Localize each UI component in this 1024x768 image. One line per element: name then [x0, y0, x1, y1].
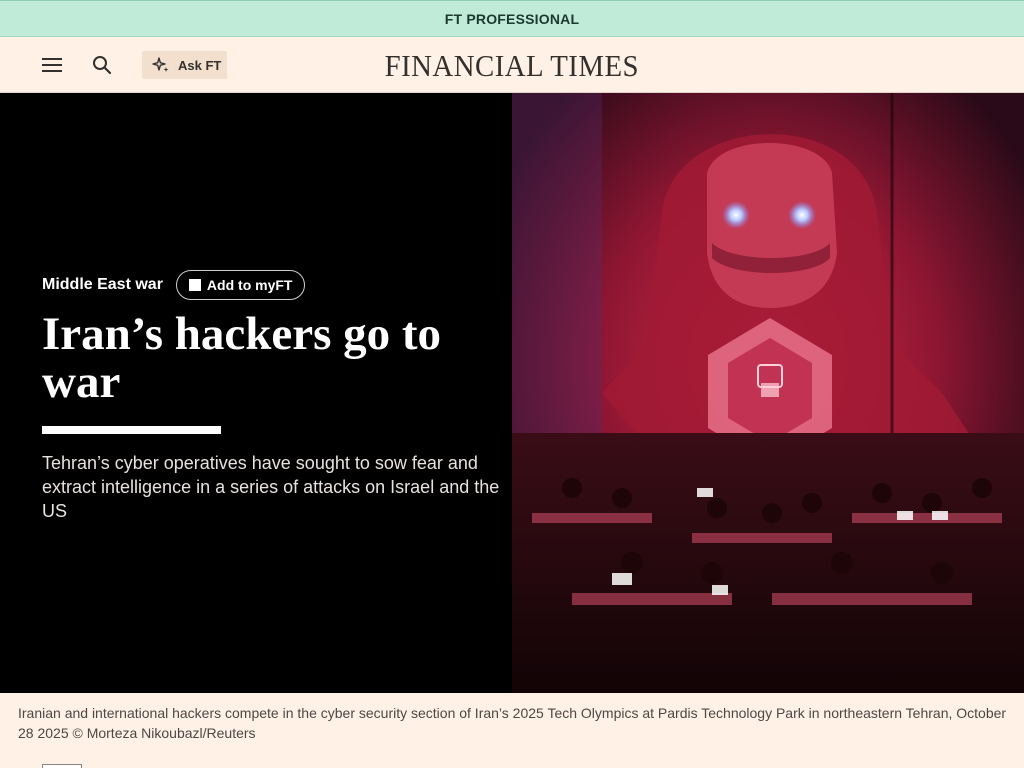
hacker-photo-illustration [512, 93, 1024, 693]
add-to-myft-label: Add to myFT [206, 277, 293, 293]
logo-text[interactable]: FINANCIAL TIMES [385, 48, 639, 84]
add-to-myft-button[interactable]: Add to myFT [175, 270, 306, 300]
headline-rule [42, 426, 221, 434]
image-caption: Iranian and international hackers compet… [18, 705, 1007, 741]
site-header: Ask FT FINANCIAL TIMES [0, 37, 1024, 93]
topic-row: Middle East war Add to myFT [42, 270, 306, 300]
plus-square-icon [188, 279, 201, 291]
banner-label[interactable]: FT PROFESSIONAL [445, 11, 579, 27]
article-standfirst: Tehran’s cyber operatives have sought to… [42, 453, 500, 521]
article-headline[interactable]: Iran’s hackers go to war [42, 310, 482, 406]
ft-professional-banner[interactable]: FT PROFESSIONAL [0, 0, 1024, 37]
financial-times-logo[interactable]: FINANCIAL TIMES [0, 48, 1024, 84]
hero-image [512, 93, 1024, 693]
partial-element [42, 764, 82, 768]
topic-link[interactable]: Middle East war [42, 276, 163, 294]
